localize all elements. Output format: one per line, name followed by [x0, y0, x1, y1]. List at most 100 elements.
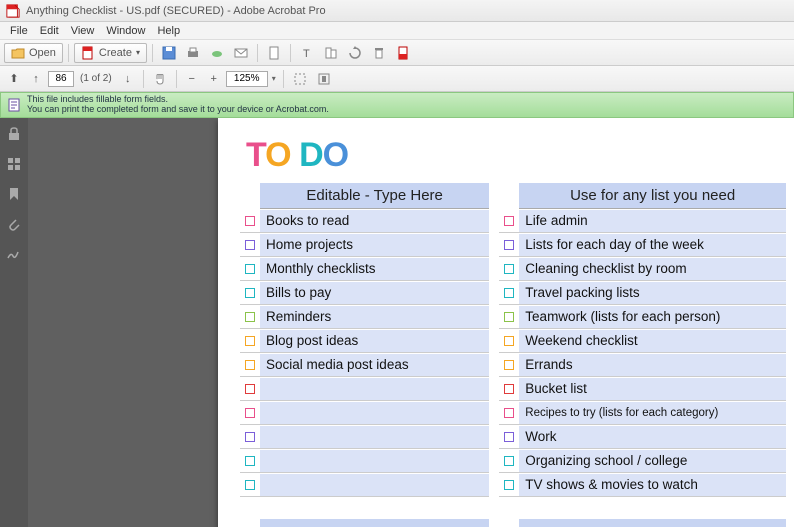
checklist-columns-next	[240, 519, 786, 527]
checklist-item-text[interactable]: Work	[519, 426, 786, 448]
checkbox[interactable]	[499, 456, 519, 466]
checklist-item-text[interactable]: Monthly checklists	[260, 258, 489, 280]
marquee-zoom-button[interactable]	[289, 69, 311, 89]
checkbox[interactable]	[499, 312, 519, 322]
checklist-item-text[interactable]: Books to read	[260, 210, 489, 232]
checklist-item-text[interactable]	[260, 402, 489, 424]
checklist-row	[240, 473, 489, 497]
checklist-item-text[interactable]: Lists for each day of the week	[519, 234, 786, 256]
down-arrow-icon: ↓	[125, 73, 131, 85]
menu-file[interactable]: File	[4, 25, 34, 37]
extract-icon	[324, 46, 338, 60]
checkbox-icon	[245, 480, 255, 490]
delete-button[interactable]	[368, 43, 390, 63]
up-arrow-icon: ↑	[33, 73, 39, 85]
checkbox[interactable]	[499, 216, 519, 226]
document-viewport[interactable]: TO DO Editable - Type Here Books to read…	[28, 118, 794, 527]
convert-button[interactable]	[263, 43, 285, 63]
checkbox[interactable]	[499, 336, 519, 346]
column-header[interactable]	[260, 519, 489, 527]
lock-icon[interactable]	[6, 126, 22, 142]
checklist-item-text[interactable]: Life admin	[519, 210, 786, 232]
page-number-input[interactable]	[48, 71, 74, 87]
column-header[interactable]: Use for any list you need	[519, 183, 786, 209]
share-button[interactable]	[206, 43, 228, 63]
email-button[interactable]	[230, 43, 252, 63]
checklist-item-text[interactable]: Cleaning checklist by room	[519, 258, 786, 280]
hand-tool-button[interactable]	[149, 69, 171, 89]
signature-icon[interactable]	[6, 246, 22, 262]
next-page-button[interactable]: ↓	[118, 69, 138, 89]
checkbox[interactable]	[499, 432, 519, 442]
text-icon: T	[300, 46, 314, 60]
checklist-item-text[interactable]	[260, 450, 489, 472]
print-button[interactable]	[182, 43, 204, 63]
zoom-out-button[interactable]: −	[182, 69, 202, 89]
edit-text-button[interactable]: T	[296, 43, 318, 63]
checklist-item-text[interactable]: Travel packing lists	[519, 282, 786, 304]
menu-view[interactable]: View	[65, 25, 101, 37]
checklist-item-text[interactable]: Social media post ideas	[260, 354, 489, 376]
checklist-column	[240, 519, 489, 527]
workspace: TO DO Editable - Type Here Books to read…	[0, 118, 794, 527]
checklist-item-text[interactable]: Weekend checklist	[519, 330, 786, 352]
bookmark-icon[interactable]	[6, 186, 22, 202]
export-button[interactable]	[392, 43, 414, 63]
checkbox[interactable]	[499, 240, 519, 250]
extract-button[interactable]	[320, 43, 342, 63]
column-header[interactable]	[519, 519, 786, 527]
column-header[interactable]: Editable - Type Here	[260, 183, 489, 209]
checkbox[interactable]	[240, 408, 260, 418]
checklist-item-text[interactable]: Organizing school / college	[519, 450, 786, 472]
save-button[interactable]	[158, 43, 180, 63]
checkbox[interactable]	[240, 336, 260, 346]
menu-help[interactable]: Help	[151, 25, 186, 37]
zoom-input[interactable]	[226, 71, 268, 87]
checklist-item-text[interactable]	[260, 426, 489, 448]
separator	[283, 70, 284, 88]
checklist-item-text[interactable]: Teamwork (lists for each person)	[519, 306, 786, 328]
rotate-icon	[348, 46, 362, 60]
checkbox[interactable]	[240, 480, 260, 490]
checkbox[interactable]	[240, 360, 260, 370]
checklist-item-text[interactable]	[260, 474, 489, 496]
checkbox[interactable]	[240, 384, 260, 394]
create-button[interactable]: Create ▾	[74, 43, 147, 63]
minus-icon: −	[188, 73, 194, 85]
checkbox[interactable]	[240, 456, 260, 466]
checkbox[interactable]	[240, 264, 260, 274]
checklist-item-text[interactable]: Bills to pay	[260, 282, 489, 304]
checklist-item-text[interactable]: Home projects	[260, 234, 489, 256]
checklist-item-text[interactable]: TV shows & movies to watch	[519, 474, 786, 496]
title-letter	[291, 136, 299, 174]
checkbox[interactable]	[499, 480, 519, 490]
checkbox[interactable]	[499, 288, 519, 298]
first-page-button[interactable]: ⬆	[4, 69, 24, 89]
checkbox[interactable]	[240, 288, 260, 298]
attachment-icon[interactable]	[6, 216, 22, 232]
checklist-row: Weekend checklist	[499, 329, 786, 353]
open-button[interactable]: Open	[4, 43, 63, 63]
checkbox[interactable]	[240, 312, 260, 322]
checkbox[interactable]	[499, 264, 519, 274]
checkbox[interactable]	[499, 384, 519, 394]
checklist-item-text[interactable]: Reminders	[260, 306, 489, 328]
thumbnails-icon[interactable]	[6, 156, 22, 172]
checklist-item-text[interactable]	[260, 378, 489, 400]
checklist-item-text[interactable]: Errands	[519, 354, 786, 376]
checkbox[interactable]	[499, 360, 519, 370]
checkbox[interactable]	[499, 408, 519, 418]
menu-edit[interactable]: Edit	[34, 25, 65, 37]
checkbox[interactable]	[240, 216, 260, 226]
menu-window[interactable]: Window	[100, 25, 151, 37]
prev-page-button[interactable]: ↑	[26, 69, 46, 89]
zoom-in-button[interactable]: +	[204, 69, 224, 89]
checklist-item-text[interactable]: Recipes to try (lists for each category)	[519, 402, 786, 424]
checkbox[interactable]	[240, 240, 260, 250]
checklist-item-text[interactable]: Blog post ideas	[260, 330, 489, 352]
checklist-item-text[interactable]: Bucket list	[519, 378, 786, 400]
rotate-button[interactable]	[344, 43, 366, 63]
fit-page-button[interactable]	[313, 69, 335, 89]
checkbox[interactable]	[240, 432, 260, 442]
checkbox-icon	[245, 240, 255, 250]
